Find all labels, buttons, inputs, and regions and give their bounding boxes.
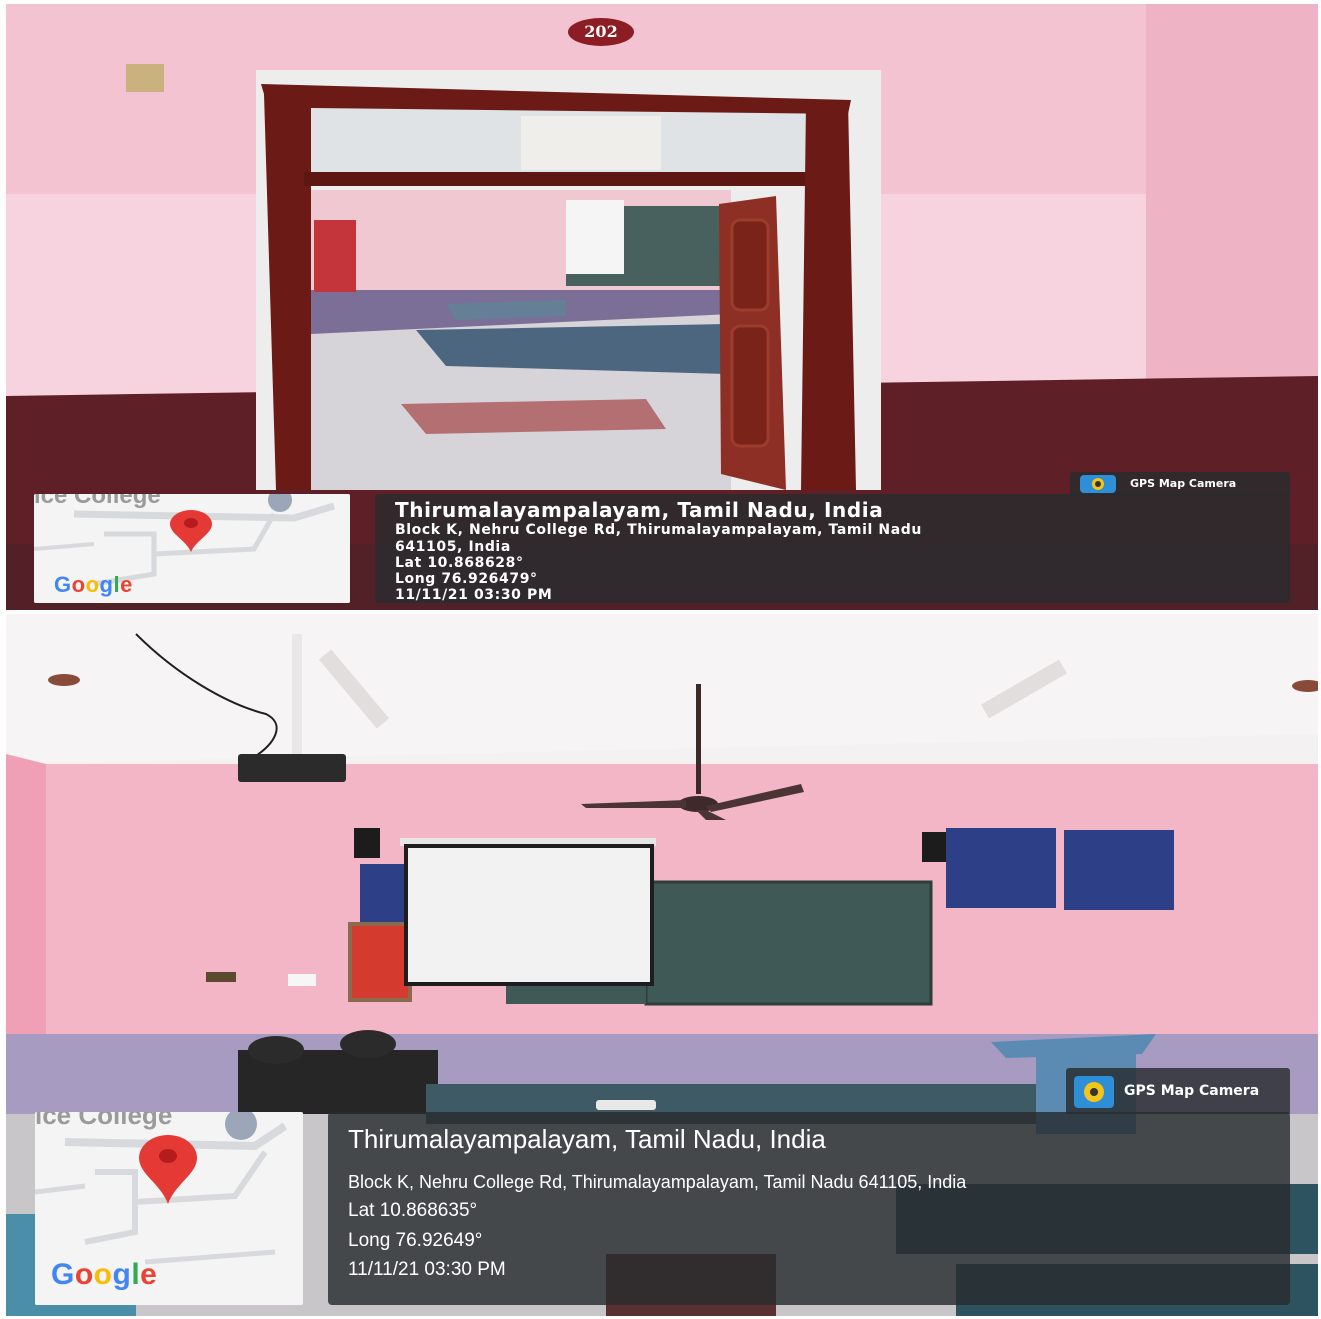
address-line-2: 641105, India <box>395 539 511 555</box>
gps-badge-label: GPS Map Camera <box>1124 1083 1260 1099</box>
camera-pin-icon <box>1074 1076 1114 1108</box>
longitude: Long 76.926479° <box>395 571 538 587</box>
datetime: 11/11/21 03:30 PM <box>348 1259 506 1280</box>
photo-doorway: 202 GPS Map Camera ice College Google Th… <box>6 4 1318 610</box>
room-number-plate: 202 <box>568 18 634 46</box>
location-title: Thirumalayampalayam, Tamil Nadu, India <box>348 1124 826 1154</box>
map-pin-icon <box>139 1135 197 1204</box>
google-logo: Google <box>54 572 133 597</box>
gps-map-camera-badge: GPS Map Camera <box>1066 1068 1290 1114</box>
map-pin-icon <box>170 510 212 552</box>
datetime: 11/11/21 03:30 PM <box>395 587 553 603</box>
gps-map-camera-badge: GPS Map Camera <box>1070 472 1290 496</box>
map-place-label: ice College <box>34 494 161 509</box>
latitude: Lat 10.868635° <box>348 1200 478 1221</box>
address-line: Block K, Nehru College Rd, Thirumalayamp… <box>348 1172 967 1192</box>
map-place-label: ice College <box>35 1112 173 1130</box>
longitude: Long 76.92649° <box>348 1230 483 1251</box>
google-logo: Google <box>51 1258 158 1291</box>
gps-badge-label: GPS Map Camera <box>1130 477 1237 490</box>
map-thumbnail: ice College Google <box>34 494 350 603</box>
camera-pin-icon <box>1080 475 1116 493</box>
map-thumbnail: ice College Google <box>35 1112 303 1305</box>
address-line-1: Block K, Nehru College Rd, Thirumalayamp… <box>395 522 922 538</box>
location-info-panel: Thirumalayampalayam, Tamil Nadu, India B… <box>375 494 1290 603</box>
latitude: Lat 10.868628° <box>395 555 524 571</box>
photo-classroom: GPS Map Camera ice College Google Thirum… <box>6 614 1318 1316</box>
location-title: Thirumalayampalayam, Tamil Nadu, India <box>395 498 884 522</box>
location-info-panel: Thirumalayampalayam, Tamil Nadu, India B… <box>328 1112 1290 1305</box>
